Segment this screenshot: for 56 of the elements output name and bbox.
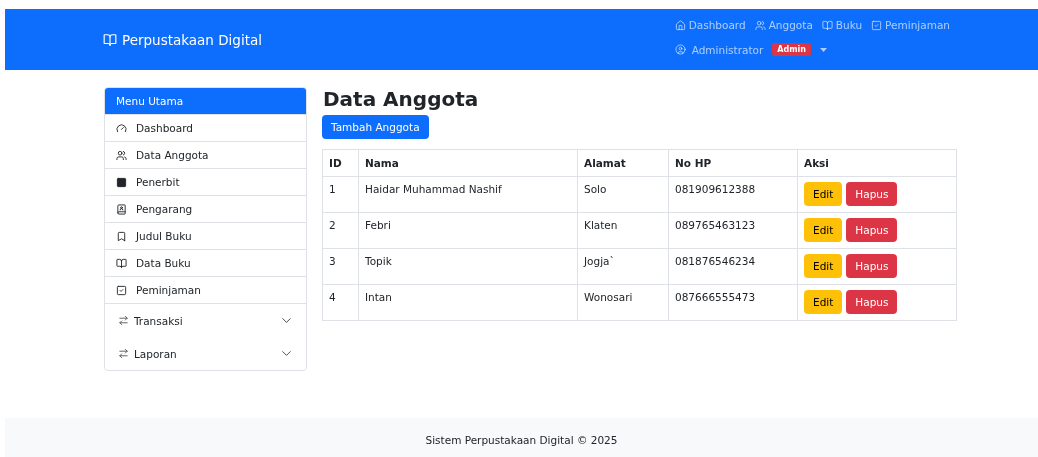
- user-icon: [674, 44, 686, 55]
- column-header: Aksi: [797, 149, 957, 177]
- table-cell: 4: [322, 284, 359, 321]
- edit-button[interactable]: Edit: [804, 290, 843, 314]
- role-badge: Admin: [772, 43, 811, 56]
- checkbox-icon: [871, 19, 883, 31]
- table-cell: 081909612388: [668, 176, 798, 213]
- arrows-icon: [118, 315, 129, 326]
- delete-button[interactable]: Hapus: [846, 290, 898, 314]
- table-cell: 089765463123: [668, 212, 798, 249]
- table-cell: Topik: [358, 248, 578, 285]
- table-cell: Klaten: [577, 212, 669, 249]
- column-header: ID: [322, 149, 359, 177]
- sidebar-item[interactable]: Data Anggota: [105, 141, 306, 168]
- sidebar-item[interactable]: Pengarang: [105, 195, 306, 222]
- table-cell: 3: [322, 248, 359, 285]
- arrows-icon: [118, 348, 129, 359]
- sidebar-item[interactable]: Peminjaman: [105, 276, 306, 303]
- delete-button[interactable]: Hapus: [846, 218, 898, 242]
- checkbox-icon: [116, 284, 127, 296]
- table-cell: Febri: [358, 212, 578, 249]
- column-header: Nama: [358, 149, 578, 177]
- brand-link[interactable]: Perpustakaan Digital: [103, 31, 262, 48]
- sidebar-dropdown[interactable]: Laporan: [105, 337, 306, 370]
- column-header: No HP: [668, 149, 798, 177]
- column-header: Alamat: [577, 149, 669, 177]
- add-button[interactable]: Tambah Anggota: [322, 115, 429, 139]
- caret-icon: [820, 47, 827, 52]
- table-cell: 1: [322, 176, 359, 213]
- bookmark-icon: [116, 230, 127, 242]
- table-cell: Solo: [577, 176, 669, 213]
- edit-button[interactable]: Edit: [804, 254, 843, 278]
- table-cell: 087666555473: [668, 284, 798, 321]
- users-icon: [754, 19, 766, 31]
- table-cell: 081876546234: [668, 248, 798, 285]
- sidebar-dropdown[interactable]: Transaksi: [105, 303, 306, 337]
- page-title: Data Anggota: [323, 87, 480, 111]
- sidebar-item[interactable]: Judul Buku: [105, 222, 306, 249]
- footer: Sistem Perpustakaan Digital © 2025: [5, 418, 1038, 457]
- edit-button[interactable]: Edit: [804, 218, 843, 242]
- sidebar-item[interactable]: Dashboard: [105, 114, 306, 141]
- table-cell: Intan: [358, 284, 578, 321]
- gauge-icon: [116, 122, 127, 134]
- sidebar-item[interactable]: Data Buku: [105, 249, 306, 276]
- home-icon: [674, 19, 686, 31]
- table-cell: 2: [322, 212, 359, 249]
- edit-button[interactable]: Edit: [804, 182, 843, 206]
- table-cell: Haidar Muhammad Nashif: [358, 176, 578, 213]
- delete-button[interactable]: Hapus: [846, 182, 898, 206]
- table-cell: Wonosari: [577, 284, 669, 321]
- sidebar-item[interactable]: Penerbit: [105, 168, 306, 195]
- delete-button[interactable]: Hapus: [846, 254, 898, 278]
- users-icon: [116, 149, 127, 161]
- contact-book-icon: [116, 203, 127, 215]
- sidebar-header: Menu Utama: [105, 88, 306, 114]
- table-cell: Jogja`: [577, 248, 669, 285]
